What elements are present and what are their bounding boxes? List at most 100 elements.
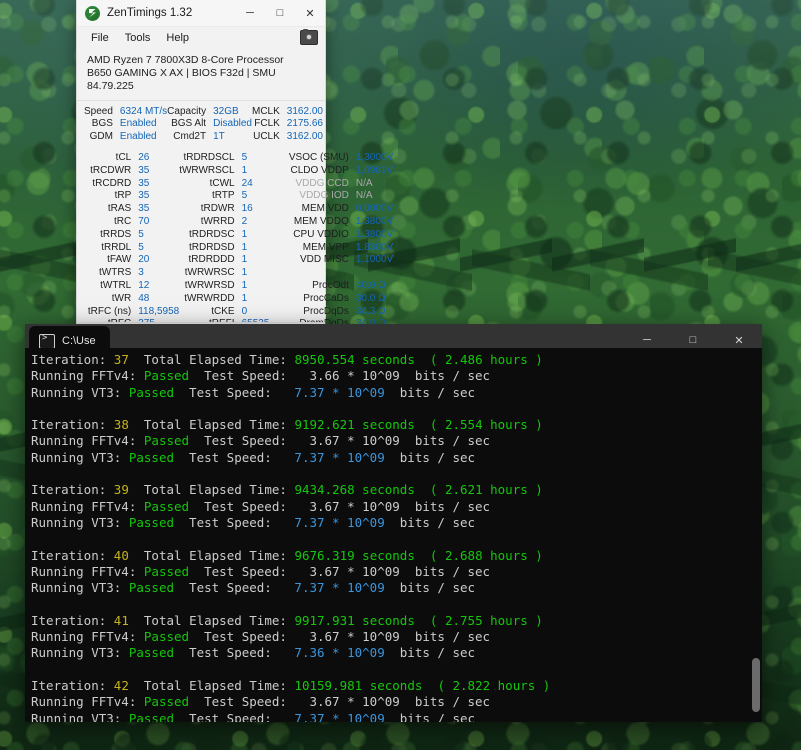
fft-status: Passed — [143, 433, 190, 449]
timing-row: tRRDL 5 tRDRDSD 1 MEM VPP 1.8300V — [84, 241, 406, 254]
terminal-fft-line: Running FFTv4: Passed Test Speed: 3.67 *… — [31, 629, 762, 645]
terminal-vt3-line: Running VT3: Passed Test Speed: 7.37 * 1… — [31, 580, 762, 596]
cpu-name: AMD Ryzen 7 7800X3D 8-Core Processor — [87, 54, 284, 66]
timing-value-c: N/A — [355, 190, 373, 202]
elapsed-value: 9192.621 seconds — [294, 417, 415, 433]
terminal-scrollbar[interactable] — [752, 360, 760, 718]
camera-icon[interactable] — [300, 29, 318, 45]
vt3-status: Passed — [128, 580, 174, 596]
timing-label-b: tWRWRSD — [184, 279, 235, 291]
timing-label-c: CLDO VDDP — [290, 164, 349, 176]
fft-speed-value: 3.66 * 10^09 bits / sec — [301, 368, 491, 384]
summary-row: BGS Enabled BGS Alt Disabled FCLK 2175.66 — [84, 118, 323, 131]
timing-label-c: MEM VDDQ — [293, 216, 349, 228]
elapsed-value: 8950.554 seconds — [294, 352, 415, 367]
summary-label-a: BGS — [91, 118, 113, 130]
timing-label-a: tWTRS — [99, 267, 132, 279]
zentimings-title: ZenTimings 1.32 — [107, 7, 193, 19]
terminal-iteration-line: Iteration: 40 Total Elapsed Time: 9676.3… — [31, 548, 762, 564]
timing-label-c: VDDG IOD — [299, 190, 349, 202]
timing-row: tWR 48 tWRWRDD 1 ProcCaDs 30.0 Ω — [84, 292, 406, 305]
timing-label-a: tRCDRD — [92, 177, 132, 189]
vt3-status: Passed — [128, 384, 174, 400]
timing-label-c: VSOC (SMU) — [288, 152, 349, 164]
timing-label-a: tRRDL — [101, 241, 132, 253]
vt3-label: Running VT3: — [31, 580, 129, 596]
fft-speed-label: Test Speed: — [189, 433, 302, 449]
summary-label-c: UCLK — [253, 131, 280, 143]
elapsed-hours: ( 2.755 hours ) — [429, 612, 543, 628]
timing-value-b: 5 — [241, 152, 248, 164]
menu-file[interactable]: File — [83, 30, 117, 46]
fft-label: Running FFTv4: — [31, 694, 144, 710]
terminal-output[interactable]: Iteration: 37 Total Elapsed Time: 8950.5… — [25, 348, 762, 722]
fft-status: Passed — [143, 368, 190, 384]
summary-value-b: 32GB — [213, 105, 239, 117]
terminal-iteration-line: Iteration: 39 Total Elapsed Time: 9434.2… — [31, 482, 762, 498]
timing-label-c — [289, 267, 353, 280]
vt3-speed-label: Test Speed: — [174, 645, 287, 661]
elapsed-value: 9917.931 seconds — [294, 612, 415, 628]
timing-value-a: 35 — [138, 203, 150, 215]
terminal-vt3-line: Running VT3: Passed Test Speed: 7.36 * 1… — [31, 645, 762, 661]
vt3-label: Running VT3: — [31, 645, 129, 661]
timing-value-c: 34.3 Ω — [355, 305, 386, 317]
elapsed-value: 9676.319 seconds — [294, 547, 415, 563]
summary-label-b: Capacity — [167, 105, 207, 117]
timing-label-b: tRDRDSD — [189, 241, 235, 253]
iteration-number: 40 — [113, 547, 129, 563]
summary-value-a: 6324 MT/s — [119, 105, 168, 117]
menu-help[interactable]: Help — [158, 30, 197, 46]
terminal-window[interactable]: C:\Use ─ □ ✕ Iteration: 37 Total Elapsed… — [25, 324, 762, 722]
terminal-iteration-line: Iteration: 38 Total Elapsed Time: 9192.6… — [31, 417, 762, 433]
timing-row: tRAS 35 tRDWR 16 MEM VDD 0.0000V — [84, 203, 406, 216]
timing-value-c: 1,1000V — [355, 254, 394, 266]
vt3-speed-value: 7.37 * 10^09 — [286, 580, 385, 596]
terminal-scrollbar-thumb[interactable] — [752, 658, 760, 712]
timing-row: tFAW 20 tRDRDDD 1 VDD MISC 1,1000V — [84, 254, 406, 267]
motherboard-bios-info: B650 GAMING X AX | BIOS F32d | SMU 84.79… — [87, 67, 276, 92]
timing-value-a: 35 — [138, 177, 150, 189]
terminal-vt3-line: Running VT3: Passed Test Speed: 7.37 * 1… — [31, 711, 762, 722]
timing-row: tRP 35 tRTP 5 VDDG IOD N/A — [84, 190, 406, 203]
summary-value-c: 3162.00 — [286, 131, 323, 143]
fft-speed-label: Test Speed: — [189, 694, 302, 710]
summary-label-a: Speed — [84, 105, 113, 117]
terminal-iteration-line: Iteration: 42 Total Elapsed Time: 10159.… — [31, 678, 762, 694]
close-button[interactable]: ✕ — [295, 0, 325, 26]
vt3-status: Passed — [128, 645, 174, 661]
vt3-speed-label: Test Speed: — [174, 449, 287, 465]
iteration-label: Iteration: — [31, 352, 114, 367]
summary-value-a: Enabled — [119, 118, 157, 130]
minimize-button[interactable]: ─ — [235, 0, 265, 26]
system-info: AMD Ryzen 7 7800X3D 8-Core Processor B65… — [77, 48, 325, 97]
iteration-label: Iteration: — [31, 677, 114, 693]
zentimings-window[interactable]: ZenTimings 1.32 ─ □ ✕ File Tools Help AM… — [76, 0, 406, 406]
vt3-speed-unit: bits / sec — [384, 645, 476, 661]
timing-value-c: 1.8300V — [355, 241, 394, 253]
elapsed-label: Total Elapsed Time: — [128, 482, 295, 498]
elapsed-label: Total Elapsed Time: — [128, 417, 295, 433]
menu-tools[interactable]: Tools — [117, 30, 159, 46]
timing-value-b: 24 — [241, 177, 253, 189]
timing-label-a: tRP — [114, 190, 132, 202]
vt3-speed-value: 7.37 * 10^09 — [286, 710, 385, 722]
maximize-button[interactable]: □ — [265, 0, 295, 26]
terminal-fft-line: Running FFTv4: Passed Test Speed: 3.66 *… — [31, 368, 762, 384]
iteration-label: Iteration: — [31, 417, 114, 433]
zentimings-window-controls[interactable]: ─ □ ✕ — [235, 0, 325, 26]
timing-label-a: tWR — [111, 292, 132, 304]
zentimings-titlebar[interactable]: ZenTimings 1.32 ─ □ ✕ — [77, 0, 325, 27]
timing-value-b: 1 — [241, 279, 248, 291]
vt3-speed-unit: bits / sec — [384, 449, 476, 465]
elapsed-label: Total Elapsed Time: — [128, 612, 295, 628]
zentimings-menubar[interactable]: File Tools Help — [77, 27, 325, 48]
vt3-speed-unit: bits / sec — [384, 384, 476, 400]
vt3-status: Passed — [128, 514, 174, 530]
timing-value-a: 5 — [138, 228, 144, 240]
fft-status: Passed — [143, 629, 190, 645]
